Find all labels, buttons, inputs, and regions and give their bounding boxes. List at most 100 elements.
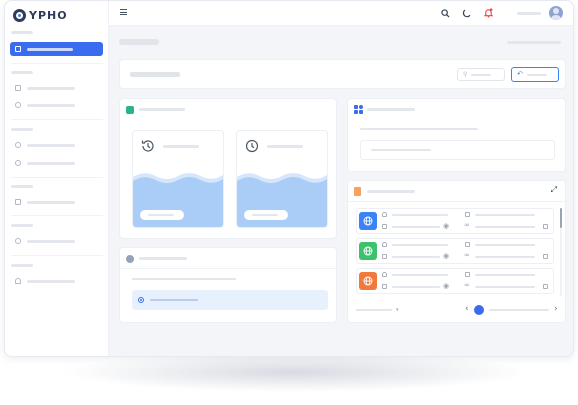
sidebar-item-chart[interactable] [10,234,103,248]
sidebar-item-label [27,239,75,243]
cast-icon [15,85,21,91]
sidebar-section-label [11,71,33,74]
sidebar-divider [11,119,103,120]
link-icon: ∞ [464,281,470,289]
file-check-icon [465,242,470,247]
filter-button-label [471,73,492,76]
row-link [475,226,535,228]
apps-input-placeholder [371,149,431,151]
lock-icon [382,284,387,289]
row-file [475,214,535,216]
clock-tile[interactable] [236,130,328,228]
history-tile[interactable] [132,130,224,228]
sidebar-item-window[interactable] [10,195,103,209]
globe-icon [359,242,377,260]
tile-label [163,145,199,148]
bell-icon[interactable] [483,8,493,18]
logo: YPHO [13,8,68,22]
page-size-select[interactable]: ▾ [356,307,406,313]
link-icon: ∞ [464,221,470,229]
current-page[interactable] [474,305,484,315]
chevron-right-icon[interactable]: › [554,305,558,314]
clock-icon [245,139,259,153]
grid-icon [15,46,21,52]
row-owner [392,214,448,216]
sidebar-item-label [27,86,75,90]
reset-button-label [526,73,547,76]
chevron-left-icon[interactable]: ‹ [465,305,469,314]
resources-card: ⤢ ◉ ∞ ◉ ∞ ◉ ∞ ▾ ‹ › [347,180,566,323]
app-window: YPHO ⚲ ↶ ⤢ ◉ ∞ ◉ ∞ ◉ ∞ ▾ ‹ › [4,0,574,357]
user-icon [382,242,387,247]
target-icon [15,142,21,148]
tile-action-pill[interactable] [140,210,184,220]
sidebar-item-label [27,143,75,147]
sidebar-section-label [11,128,33,131]
sidebar-item-cast[interactable] [10,81,103,95]
sidebar-divider [11,63,103,64]
sidebar-section-label [11,31,33,34]
tile-label [267,145,303,148]
filter-icon: ⚲ [463,70,468,78]
card-title [139,108,185,111]
globe-icon [359,272,377,290]
section-heading [130,72,180,77]
copy-icon[interactable] [543,284,548,289]
sidebar-item-add[interactable] [10,156,103,170]
document-icon [354,187,361,196]
radio-dot [140,299,142,301]
apps-input[interactable] [360,140,555,160]
copy-icon[interactable] [543,254,548,259]
sidebar-section-label [11,224,33,227]
breadcrumb[interactable] [507,41,561,44]
user-name[interactable] [517,12,541,15]
sidebar-section-label [11,185,33,188]
link-icon: ∞ [464,251,470,259]
row-file [475,274,535,276]
list-item[interactable]: ◉ ∞ [356,268,554,294]
selected-option[interactable] [132,290,328,310]
expand-icon[interactable]: ⤢ [551,186,557,194]
scrollbar-track[interactable] [560,208,562,296]
sidebar-item-dashboard[interactable] [10,42,103,56]
chart-pie-icon [15,238,21,244]
apps-card [347,98,566,172]
avatar[interactable] [549,6,563,20]
card-title [367,190,415,193]
settings-card [119,247,337,323]
filter-button[interactable]: ⚲ [457,68,505,81]
card-divider [348,201,565,202]
tile-action-pill[interactable] [244,210,288,220]
logo-text: YPHO [29,8,68,22]
sidebar-item-user[interactable] [10,274,103,288]
eye-icon[interactable]: ◉ [443,223,449,230]
gear-icon [126,106,134,114]
reset-button[interactable]: ↶ [511,67,559,82]
search-icon[interactable] [440,8,450,18]
eye-icon[interactable]: ◉ [443,253,449,260]
list-item[interactable]: ◉ ∞ [356,238,554,264]
eye-icon[interactable]: ◉ [443,283,449,290]
sidebar-item-label [27,161,75,165]
user-icon [382,212,387,217]
option-label [150,299,198,301]
moon-icon[interactable] [461,8,471,18]
sidebar-section-label [11,264,33,267]
row-owner [392,274,448,276]
page-range [489,309,549,311]
sidebar-item-target[interactable] [10,138,103,152]
row-secret [392,286,440,288]
sidebar-item-label [27,103,75,107]
scrollbar-thumb[interactable] [560,208,562,228]
hamburger-icon[interactable] [120,9,127,15]
user-icon [15,278,21,284]
history-icon [141,140,154,152]
sidebar-item-badge[interactable] [10,98,103,112]
sidebar-divider [11,255,103,256]
copy-icon[interactable] [543,224,548,229]
list-item[interactable]: ◉ ∞ [356,208,554,234]
row-link [475,286,535,288]
sidebar-divider [11,177,103,178]
lock-icon [382,224,387,229]
sidebar-item-label [27,279,75,283]
